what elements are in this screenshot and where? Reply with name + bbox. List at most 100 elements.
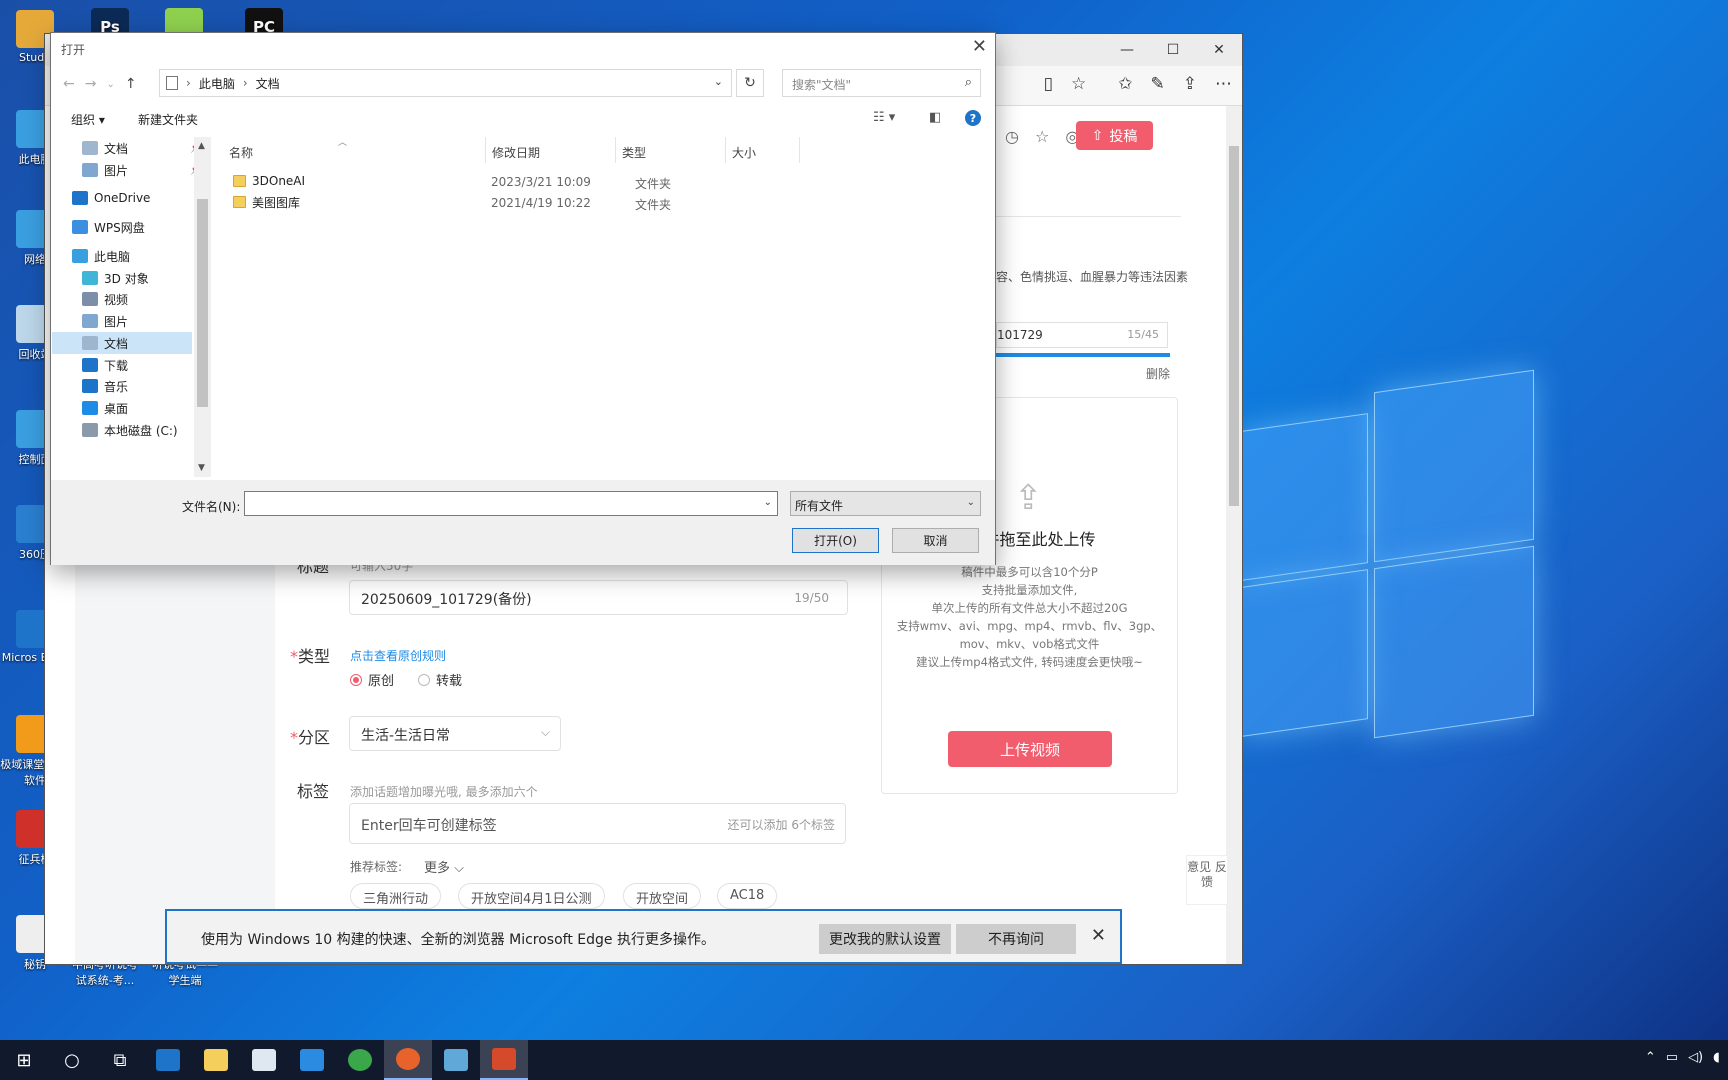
list-item[interactable]: 3DOneAI xyxy=(233,171,305,191)
tree-item[interactable]: WPS网盘 xyxy=(72,216,145,238)
taskbar-mail[interactable] xyxy=(288,1040,336,1080)
recommended-tag[interactable]: 开放空间4月1日公测 xyxy=(458,883,605,909)
preview-pane-icon[interactable]: ◧ xyxy=(929,110,941,125)
filename-input[interactable]: ⌄ xyxy=(244,491,778,516)
column-header-type[interactable]: 类型 xyxy=(616,137,726,163)
upload-icon: ⇧ xyxy=(1091,127,1104,144)
close-icon[interactable]: ✕ xyxy=(972,36,987,57)
tree-item[interactable]: 图片📌 xyxy=(82,159,194,181)
pc-icon xyxy=(166,76,178,90)
column-header-date[interactable]: 修改日期 xyxy=(486,137,616,163)
tree-item[interactable]: 音乐 xyxy=(82,375,128,397)
new-folder-button[interactable]: 新建文件夹 xyxy=(138,111,198,128)
radio-repost[interactable]: 转载 xyxy=(418,670,462,689)
tree-item[interactable]: 下载 xyxy=(82,354,128,376)
chevron-up-icon[interactable]: ⌃ xyxy=(1645,1050,1656,1065)
favorite-star-icon[interactable]: ☆ xyxy=(1071,74,1086,94)
reading-view-icon[interactable]: ▯ xyxy=(1044,74,1053,94)
upload-video-button[interactable]: 上传视频 xyxy=(948,731,1112,767)
recommended-tag[interactable]: 三角洲行动 xyxy=(350,883,442,909)
organize-menu[interactable]: 组织 ▾ xyxy=(71,111,105,128)
feedback-button[interactable]: 意见 反馈 xyxy=(1186,855,1228,905)
original-rules-link[interactable]: 点击查看原创规则 xyxy=(350,647,446,664)
tree-item[interactable]: 本地磁盘 (C:) xyxy=(82,419,178,441)
recommended-tag[interactable]: 开放空间 xyxy=(623,883,702,909)
tree-item[interactable]: 图片 xyxy=(82,310,128,332)
chevron-down-icon[interactable]: ⌄ xyxy=(714,75,723,88)
maximize-button[interactable]: ☐ xyxy=(1150,34,1196,66)
taskbar-file-explorer[interactable] xyxy=(192,1040,240,1080)
tree-item[interactable]: 3D 对象 xyxy=(82,267,149,289)
taskbar-app[interactable] xyxy=(432,1040,480,1080)
cancel-button[interactable]: 取消 xyxy=(892,528,979,553)
scroll-down-icon[interactable]: ▼ xyxy=(198,463,205,473)
filetype-select[interactable]: 所有文件 ⌄ xyxy=(790,491,981,516)
search-button[interactable]: ○ xyxy=(48,1040,96,1080)
zone-select[interactable]: 生活-生活日常 ⌵ xyxy=(349,716,561,751)
close-icon[interactable]: ✕ xyxy=(1091,925,1106,946)
tree-item-icon xyxy=(82,336,98,350)
column-header-size[interactable]: 大小 xyxy=(726,137,800,163)
tree-item-label: 文档 xyxy=(104,336,129,351)
tree-item[interactable]: 此电脑 xyxy=(72,245,130,267)
windows-icon: ⊞ xyxy=(16,1049,32,1071)
title-input[interactable]: 20250609_101729(备份) 19/50 xyxy=(349,580,848,615)
chevron-down-icon[interactable]: ⌄ xyxy=(764,497,772,508)
taskbar-active-app[interactable] xyxy=(480,1040,528,1080)
pen-icon[interactable]: ✎ xyxy=(1151,74,1165,94)
taskbar-edge[interactable] xyxy=(144,1040,192,1080)
tree-item[interactable]: 视频 xyxy=(82,288,128,310)
firefox-icon xyxy=(396,1048,420,1070)
task-view-button[interactable]: ⧉ xyxy=(96,1040,144,1080)
breadcrumb-documents[interactable]: 文档 xyxy=(256,75,280,92)
open-button[interactable]: 打开(O) xyxy=(792,528,879,553)
share-icon[interactable]: ⇪ xyxy=(1183,74,1197,94)
scroll-up-icon[interactable]: ▲ xyxy=(198,141,205,151)
upload-arrow-icon: ⇪ xyxy=(1014,478,1043,518)
help-icon[interactable]: ? xyxy=(965,110,981,126)
radio-original[interactable]: 原创 xyxy=(350,670,394,689)
browser-scrollbar[interactable] xyxy=(1226,106,1242,964)
favorites-list-icon[interactable]: ✩ xyxy=(1118,74,1132,94)
favorites-icon[interactable]: ☆ xyxy=(1035,127,1049,146)
delete-link[interactable]: 删除 xyxy=(1146,365,1170,382)
scroll-thumb[interactable] xyxy=(197,199,208,407)
taskbar-store[interactable] xyxy=(240,1040,288,1080)
volume-icon[interactable]: ◁) xyxy=(1688,1050,1703,1065)
recommended-tag[interactable]: AC18 xyxy=(717,883,778,909)
more-icon[interactable]: ⋯ xyxy=(1215,74,1232,94)
taskbar-firefox[interactable] xyxy=(384,1040,432,1080)
column-header-name[interactable]: 名称 ︿ xyxy=(211,137,486,163)
more-tags-toggle[interactable]: 更多 ⌵ xyxy=(424,857,464,876)
divider xyxy=(996,216,1181,217)
address-bar[interactable]: › 此电脑 › 文档 ⌄ xyxy=(159,69,732,97)
chevron-down-icon[interactable]: ⌄ xyxy=(106,79,114,92)
tree-item[interactable]: 桌面 xyxy=(82,397,128,419)
search-input[interactable]: 搜索"文档" ⌕ xyxy=(782,69,981,97)
history-icon[interactable]: ◷ xyxy=(1005,127,1019,146)
change-default-button[interactable]: 更改我的默认设置 xyxy=(819,924,951,954)
start-button[interactable]: ⊞ xyxy=(0,1040,48,1080)
tree-item-label: 视频 xyxy=(104,292,129,307)
submit-upload-button[interactable]: ⇧ 投稿 xyxy=(1076,121,1153,150)
file-date: 2021/4/19 10:22 xyxy=(491,196,591,210)
view-options-icon[interactable]: ☷ ▾ xyxy=(873,110,895,125)
file-type: 文件夹 xyxy=(635,177,672,191)
forward-arrow-icon[interactable]: → xyxy=(85,76,97,92)
network-icon[interactable]: ▭ xyxy=(1666,1050,1678,1065)
up-arrow-icon[interactable]: ↑ xyxy=(125,76,137,92)
back-arrow-icon[interactable]: ← xyxy=(63,76,75,92)
minimize-button[interactable]: — xyxy=(1104,34,1150,66)
tree-item[interactable]: 文档 xyxy=(52,332,192,354)
list-item[interactable]: 美图图库 xyxy=(233,192,300,212)
dont-ask-button[interactable]: 不再询问 xyxy=(956,924,1076,954)
taskbar-360-browser[interactable] xyxy=(336,1040,384,1080)
refresh-button[interactable]: ↻ xyxy=(736,69,764,97)
microphone-icon[interactable]: ◖ xyxy=(1713,1050,1720,1065)
tree-item[interactable]: 文档📌 xyxy=(82,137,194,159)
close-button[interactable]: ✕ xyxy=(1196,34,1242,66)
tree-item[interactable]: OneDrive xyxy=(72,187,150,209)
breadcrumb-this-pc[interactable]: 此电脑 xyxy=(199,75,235,92)
tags-input[interactable]: Enter回车可创建标签 还可以添加 6个标签 xyxy=(349,803,846,844)
tree-scrollbar[interactable]: ▲ ▼ xyxy=(194,137,211,477)
